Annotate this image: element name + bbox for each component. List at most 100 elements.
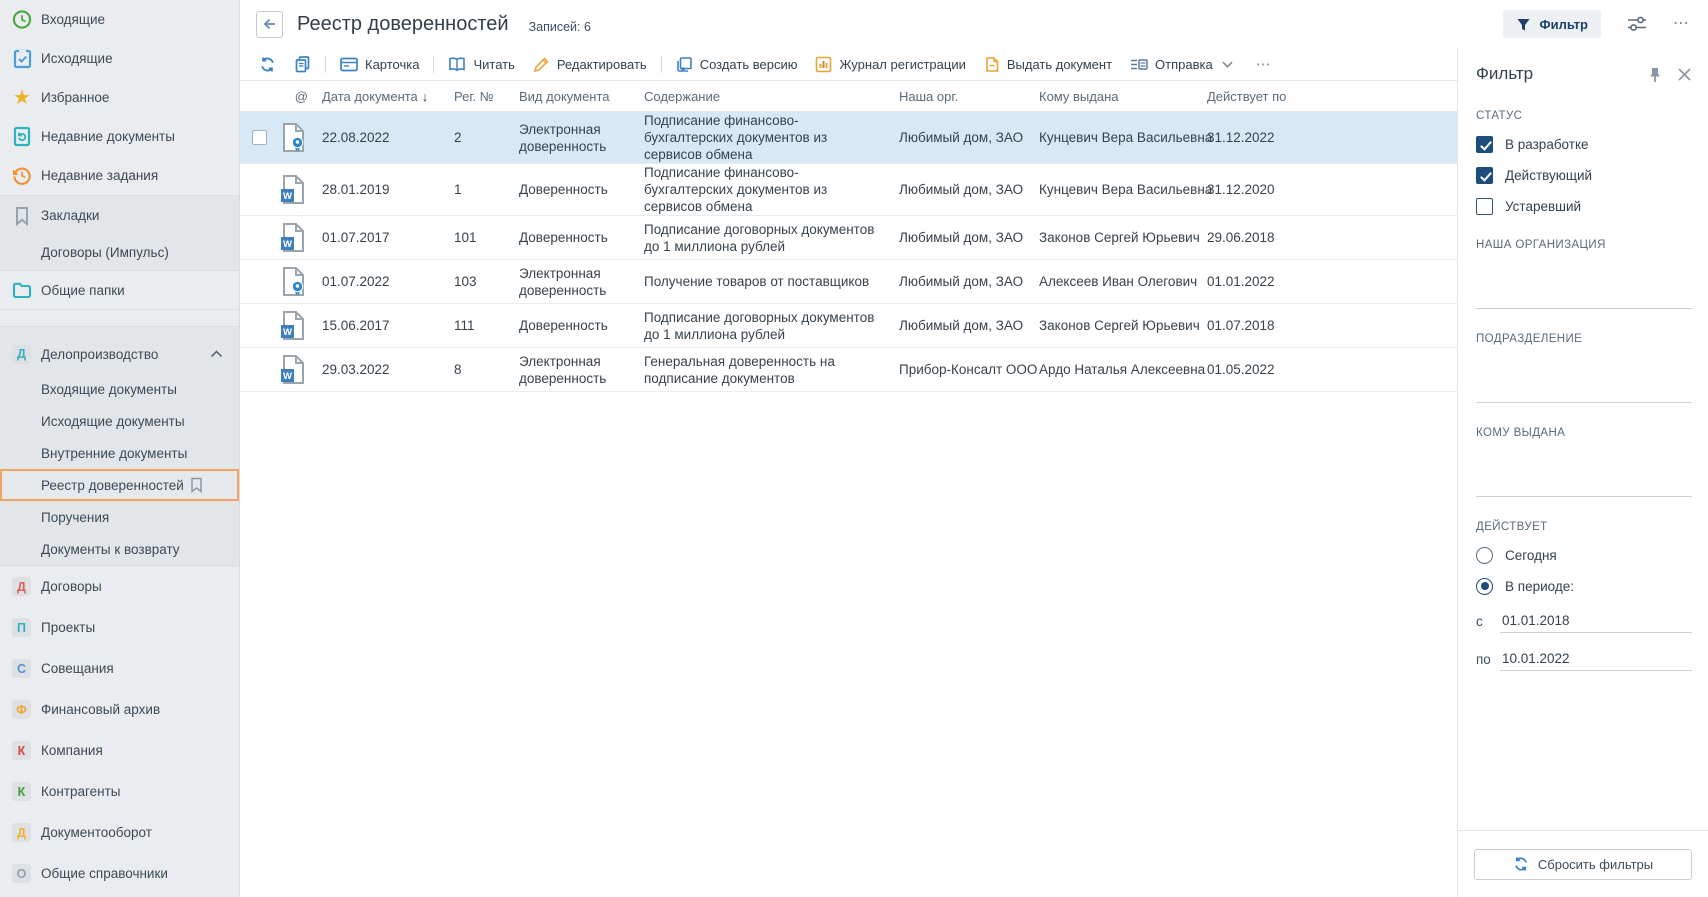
sidebar-group-records-management[interactable]: Д Делопроизводство	[0, 335, 239, 373]
edoc-signed-icon	[281, 266, 306, 297]
create-version-button[interactable]: Создать версию	[667, 48, 807, 80]
topbar-more-button[interactable]: ⋯	[1673, 19, 1690, 29]
sidebar-item-documents-to-return[interactable]: Документы к возврату	[0, 533, 239, 565]
table-row[interactable]: W 15.06.2017 111 Доверенность Подписание…	[240, 304, 1457, 348]
column-header-type[interactable]: Вид документа	[519, 89, 644, 104]
table-row[interactable]: W 28.01.2019 1 Доверенность Подписание ф…	[240, 164, 1457, 216]
back-button[interactable]	[256, 11, 283, 38]
sidebar-item-label: Общие справочники	[41, 866, 168, 881]
refresh-button[interactable]	[250, 48, 285, 80]
checkbox-label: Устаревший	[1505, 199, 1581, 214]
filter-toggle-button[interactable]: Фильтр	[1503, 10, 1601, 38]
checkbox-checked[interactable]	[1476, 167, 1493, 184]
card-icon	[340, 57, 358, 72]
column-header-issued-to[interactable]: Кому выдана	[1039, 89, 1207, 104]
date-to-input[interactable]: 10.01.2022	[1500, 651, 1692, 671]
sidebar-subitem-label: Входящие документы	[41, 382, 177, 397]
sidebar-item-financial-archive[interactable]: Ф Финансовый архив	[0, 689, 239, 730]
sidebar-item-assignments[interactable]: Поручения	[0, 501, 239, 533]
sidebar-item-bookmarks[interactable]: Закладки	[0, 196, 239, 235]
view-settings-icon[interactable]	[1627, 15, 1647, 33]
sidebar-item-poa-registry-selected[interactable]: Реестр доверенностей	[0, 469, 239, 501]
sidebar-item-incoming-documents[interactable]: Входящие документы	[0, 373, 239, 405]
sidebar-item-contracts[interactable]: Д Договоры	[0, 566, 239, 607]
sidebar-item-counterparties[interactable]: К Контрагенты	[0, 771, 239, 812]
sidebar-item-recent-documents[interactable]: Недавние документы	[0, 117, 239, 156]
cell-reg: 2	[454, 129, 519, 146]
status-option-in-development[interactable]: В разработке	[1476, 135, 1692, 153]
page-title: Реестр доверенностей	[297, 13, 509, 36]
cell-content: Получение товаров от поставщиков	[644, 273, 899, 290]
row-checkbox[interactable]	[252, 130, 267, 145]
radio-unselected[interactable]	[1476, 547, 1493, 564]
radio-label: В периоде:	[1505, 579, 1574, 594]
sidebar-subitem-label: Договоры (Импульс)	[41, 245, 169, 260]
chevron-up-icon[interactable]	[210, 350, 223, 358]
column-header-reg[interactable]: Рег. №	[454, 89, 519, 104]
issue-document-icon	[984, 56, 1000, 73]
cell-type: Доверенность	[519, 317, 644, 334]
sidebar-item-label: Договоры	[41, 579, 102, 594]
checkbox-checked[interactable]	[1476, 136, 1493, 153]
checkbox-unchecked[interactable]	[1476, 198, 1493, 215]
date-from-input[interactable]: 01.01.2018	[1500, 613, 1692, 633]
word-doc-icon: W	[281, 354, 306, 385]
filter-panel: Фильтр СТАТУС В разработке	[1457, 48, 1708, 897]
sidebar-item-label: Финансовый архив	[41, 702, 160, 717]
column-header-date[interactable]: Дата документа↓	[322, 89, 454, 104]
our-organization-input[interactable]	[1476, 275, 1692, 309]
sidebar-item-company[interactable]: К Компания	[0, 730, 239, 771]
active-option-today[interactable]: Сегодня	[1476, 546, 1692, 564]
column-header-org[interactable]: Наша орг.	[899, 89, 1039, 104]
sidebar-item-outbox[interactable]: Исходящие	[0, 39, 239, 78]
sidebar-item-favorites[interactable]: ★ Избранное	[0, 78, 239, 117]
sidebar-item-inbox[interactable]: Входящие	[0, 0, 239, 39]
sidebar-item-shared-folders[interactable]: Общие папки	[0, 271, 239, 310]
records-count: Записей: 6	[529, 15, 591, 34]
reset-filters-button[interactable]: Сбросить фильтры	[1474, 849, 1692, 880]
pin-icon[interactable]	[1647, 66, 1663, 83]
active-option-in-period[interactable]: В периоде:	[1476, 577, 1692, 595]
sidebar-item-projects[interactable]: П Проекты	[0, 607, 239, 648]
sidebar-item-outgoing-documents[interactable]: Исходящие документы	[0, 405, 239, 437]
close-icon[interactable]	[1677, 67, 1692, 82]
card-button[interactable]: Карточка	[331, 48, 428, 80]
division-input[interactable]	[1476, 369, 1692, 403]
column-header-valid-to[interactable]: Действует по	[1207, 89, 1457, 104]
sidebar-item-label: Избранное	[41, 90, 109, 105]
read-button[interactable]: Читать	[439, 48, 523, 80]
column-header-content[interactable]: Содержание	[644, 89, 899, 104]
cell-reg: 8	[454, 361, 519, 378]
sidebar-item-document-flow[interactable]: Д Документооборот	[0, 812, 239, 853]
sidebar-item-internal-documents[interactable]: Внутренние документы	[0, 437, 239, 469]
cell-date: 22.08.2022	[322, 129, 454, 146]
sidebar-item-recent-tasks[interactable]: Недавние задания	[0, 156, 239, 195]
sidebar-item-meetings[interactable]: С Совещания	[0, 648, 239, 689]
table-row[interactable]: W 29.03.2022 8 Электронная доверенность …	[240, 348, 1457, 392]
edit-button[interactable]: Редактировать	[524, 48, 656, 80]
copy-button[interactable]	[285, 48, 320, 80]
table-row[interactable]: 01.07.2022 103 Электронная доверенность …	[240, 260, 1457, 304]
radio-label: Сегодня	[1505, 548, 1557, 563]
column-header-at[interactable]: @	[240, 89, 322, 104]
status-option-obsolete[interactable]: Устаревший	[1476, 197, 1692, 215]
svg-text:W: W	[283, 371, 292, 382]
sidebar-item-shared-directories[interactable]: О Общие справочники	[0, 853, 239, 894]
clock-green-icon	[12, 9, 32, 31]
radio-selected[interactable]	[1476, 578, 1493, 595]
send-button[interactable]: Отправка	[1121, 48, 1242, 80]
table-row[interactable]: 22.08.2022 2 Электронная доверенность По…	[240, 112, 1457, 164]
table-row[interactable]: W 01.07.2017 101 Доверенность Подписание…	[240, 216, 1457, 260]
cell-date: 01.07.2022	[322, 273, 454, 290]
bookmark-outline-icon[interactable]	[190, 477, 203, 493]
cell-valid-to: 29.06.2018	[1207, 229, 1457, 246]
toolbar-more-button[interactable]: ⋯	[1242, 55, 1286, 73]
issue-document-button[interactable]: Выдать документ	[975, 48, 1121, 80]
issued-to-input[interactable]	[1476, 463, 1692, 497]
registration-log-button[interactable]: Журнал регистрации	[806, 48, 974, 80]
status-section-label: СТАТУС	[1476, 110, 1692, 122]
status-option-active[interactable]: Действующий	[1476, 166, 1692, 184]
meetings-letter-icon: С	[12, 659, 31, 678]
content-area: Карточка Читать Редактировать	[240, 48, 1457, 897]
sidebar-item-bookmark-contracts-impuls[interactable]: Договоры (Импульс)	[0, 235, 239, 270]
